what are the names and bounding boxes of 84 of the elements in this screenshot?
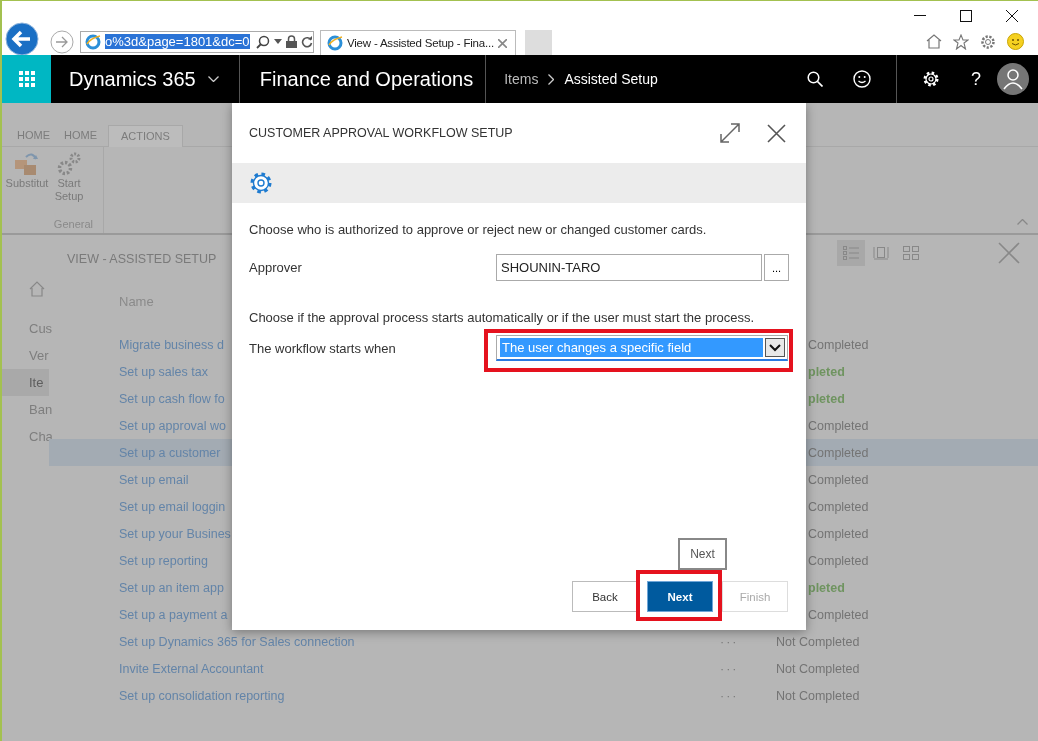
status-text: Completed <box>808 499 869 514</box>
maximize-icon[interactable] <box>960 9 972 22</box>
status-text: pleted <box>808 364 845 379</box>
ribbon-tab[interactable]: ACTIONS <box>108 125 183 147</box>
star-icon[interactable] <box>953 33 969 50</box>
help-button[interactable]: ? <box>971 68 981 90</box>
setup-link[interactable]: Set up email <box>119 472 189 487</box>
lookup-button[interactable]: ... <box>764 254 789 281</box>
setup-link[interactable]: Set up your Busines <box>119 526 231 541</box>
setup-link[interactable]: Set up email loggin <box>119 499 226 514</box>
status-text: Not Completed <box>776 661 860 676</box>
instruction-text: Choose if the approval process starts automatically or if the user must start the process. <box>249 309 756 327</box>
expand-icon[interactable] <box>719 122 741 144</box>
setup-link[interactable]: Set up a customer <box>119 445 221 460</box>
status-text: Completed <box>808 526 869 541</box>
chevron-icon <box>548 73 555 85</box>
caret-icon[interactable] <box>273 39 282 44</box>
setup-link[interactable]: Migrate business d <box>119 337 224 352</box>
home-icon[interactable] <box>926 34 942 49</box>
more-menu[interactable]: ··· <box>720 661 739 676</box>
tooltip: Next <box>678 538 727 570</box>
status-text: Not Completed <box>776 688 860 703</box>
list-view-icon <box>843 246 859 260</box>
breadcrumb-link[interactable]: Items <box>504 71 539 87</box>
browser-icon <box>327 35 343 51</box>
dialog-title: CUSTOMER APPROVAL WORKFLOW SETUP <box>249 126 513 140</box>
status-text: Completed <box>808 418 869 433</box>
setup-link[interactable]: Set up sales tax <box>119 364 208 379</box>
minimize-icon[interactable] <box>914 14 926 17</box>
refresh-icon[interactable] <box>300 35 313 48</box>
status-text: Completed <box>808 472 869 487</box>
more-menu[interactable]: ··· <box>720 634 739 649</box>
user-avatar[interactable] <box>997 63 1029 95</box>
instruction-text: Choose who is authorized to approve or reject new or changed customer cards. <box>249 221 708 239</box>
status-text: pleted <box>808 580 845 595</box>
close-icon[interactable] <box>1006 9 1018 22</box>
app-title: Finance and Operations <box>259 67 474 91</box>
ribbon-button[interactable]: Substitut <box>6 151 48 203</box>
browser-icon <box>85 33 101 50</box>
nav-item[interactable]: Ite <box>2 369 49 396</box>
status-text: Completed <box>808 607 869 622</box>
settings-icon <box>249 171 273 195</box>
setup-link[interactable]: Set up reporting <box>119 553 208 568</box>
lock-icon <box>285 35 297 48</box>
setup-link[interactable]: Set up approval wo <box>119 418 226 433</box>
grid-icon <box>18 71 35 87</box>
tile-view-icon <box>903 246 919 260</box>
boxes-icon <box>14 151 40 177</box>
setup-link[interactable]: Set up consolidation reporting <box>119 688 285 703</box>
card-view-icon <box>873 246 889 260</box>
ribbon-tab[interactable]: HOME <box>10 125 57 147</box>
product-menu[interactable]: Dynamics 365 <box>69 67 196 91</box>
dialog-button[interactable]: Next <box>647 581 713 612</box>
nav-item[interactable]: Ver <box>2 342 49 369</box>
status-text: Not Completed <box>776 634 860 649</box>
ribbon-button[interactable]: Start Setup <box>54 151 84 203</box>
field-label: The workflow starts when <box>249 340 397 356</box>
list-row[interactable]: Set up Dynamics 365 for Sales connection ··· Not Completed <box>49 628 1038 655</box>
search-icon[interactable] <box>807 71 823 87</box>
status-text: Completed <box>808 553 869 568</box>
status-text: Completed <box>808 445 869 460</box>
status-text: pleted <box>808 391 845 406</box>
dropdown-icon[interactable] <box>765 338 785 357</box>
gears-icon <box>56 151 82 177</box>
setup-link[interactable]: Set up a payment a <box>119 607 228 622</box>
approver-field[interactable]: SHOUNIN-TARO <box>496 254 762 281</box>
dialog-button[interactable]: Back <box>572 581 638 612</box>
list-row[interactable]: Invite External Accountant ··· Not Completed <box>49 655 1038 682</box>
ribbon-tab[interactable]: HOME <box>57 125 104 147</box>
setup-link[interactable]: Set up Dynamics 365 for Sales connection <box>119 634 355 649</box>
page-title: VIEW - ASSISTED SETUP <box>67 252 217 266</box>
setup-link[interactable]: Invite External Accountant <box>119 661 264 676</box>
address-field[interactable]: o%3d&page=1801&dc=0 <box>80 30 314 53</box>
setup-link[interactable]: Set up cash flow fo <box>119 391 225 406</box>
more-menu[interactable]: ··· <box>720 688 739 703</box>
close-icon[interactable] <box>767 123 786 143</box>
field-label: Approver <box>249 260 303 275</box>
list-row[interactable]: Set up consolidation reporting ··· Not Completed <box>49 682 1038 709</box>
search-icon[interactable] <box>255 34 270 49</box>
breadcrumb-link[interactable]: Assisted Setup <box>564 71 658 87</box>
chevron-icon[interactable] <box>207 76 219 82</box>
back-button[interactable] <box>5 21 39 56</box>
workflow-start-dropdown[interactable]: The user changes a specific field <box>496 335 788 361</box>
setup-link[interactable]: Set up an item app <box>119 580 224 595</box>
